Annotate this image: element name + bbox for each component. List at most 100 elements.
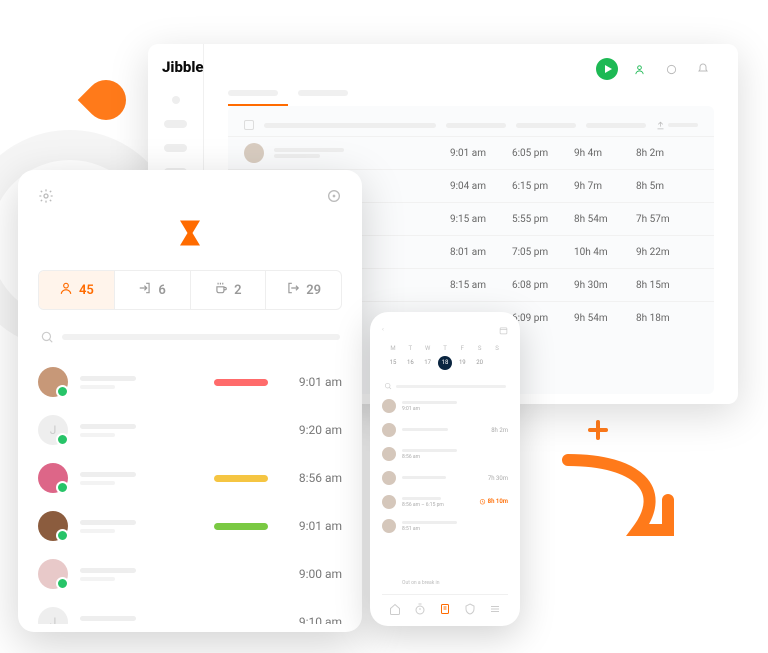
- tablet-person-row[interactable]: 9:01 am: [38, 502, 342, 550]
- status-tab-person[interactable]: 45: [39, 271, 115, 309]
- tablet-person-row[interactable]: 9:00 am: [38, 550, 342, 598]
- avatar: J: [38, 415, 68, 445]
- shield-icon[interactable]: [464, 603, 476, 618]
- cell-tracked: 9h 4m: [574, 148, 636, 159]
- home-icon[interactable]: [389, 603, 401, 618]
- timer-icon[interactable]: [414, 603, 426, 618]
- row-skeleton: [274, 146, 450, 160]
- clock-in-time: 9:00 am: [286, 567, 342, 581]
- phone-tab-bar: [382, 594, 508, 618]
- calendar-date[interactable]: 20: [473, 356, 487, 370]
- calendar-date[interactable]: [490, 356, 504, 370]
- tab-count: 45: [79, 283, 94, 298]
- avatar: [382, 399, 396, 413]
- search-icon: [384, 382, 392, 390]
- cell-payable: 8h 15m: [636, 280, 698, 291]
- phone-person-row[interactable]: 8:56 am – 6:15 pm 8h 10m: [382, 490, 508, 514]
- desktop-tab[interactable]: [298, 90, 348, 96]
- desktop-table-header: [228, 114, 714, 136]
- phone-person-row[interactable]: 7h 30m: [382, 466, 508, 490]
- tablet-person-row[interactable]: J 9:10 am: [38, 598, 342, 624]
- avatar: [244, 143, 264, 163]
- weekday-label: T: [438, 345, 452, 352]
- avatar: [382, 471, 396, 485]
- avatar: [38, 559, 68, 589]
- calendar-date[interactable]: 18: [438, 356, 452, 370]
- calendar-date[interactable]: 19: [455, 356, 469, 370]
- row-skeleton: [80, 472, 214, 485]
- gear-icon[interactable]: [38, 188, 54, 208]
- row-skeleton: [80, 520, 214, 533]
- status-tab-break[interactable]: 2: [191, 271, 267, 309]
- weekday-label: M: [386, 345, 400, 352]
- calendar-date[interactable]: 16: [403, 356, 417, 370]
- avatar: [38, 463, 68, 493]
- brand-name: Jibble: [162, 58, 204, 76]
- login-icon: [138, 281, 152, 299]
- avatar: [38, 367, 68, 397]
- user-circle-icon[interactable]: [628, 58, 650, 80]
- brand-logo: Jibble: [158, 58, 193, 76]
- calendar-date[interactable]: 15: [386, 356, 400, 370]
- row-body: 9:01 am: [402, 401, 502, 412]
- clock-in-time: 9:20 am: [286, 423, 342, 437]
- row-body: 8:56 am – 6:15 pm: [402, 497, 473, 508]
- cell-payable: 8h 18m: [636, 313, 698, 324]
- activity-bar: [214, 619, 268, 625]
- phone-person-row[interactable]: 8:56 am: [382, 442, 508, 466]
- checkbox-icon[interactable]: [244, 120, 254, 130]
- cell-in: 8:01 am: [450, 247, 512, 258]
- avatar: [382, 423, 396, 437]
- phone-person-row[interactable]: 8:51 am: [382, 514, 508, 538]
- phone-person-row[interactable]: 9:01 am: [382, 394, 508, 418]
- activity-bar: [214, 475, 268, 482]
- row-body: 8:56 am: [402, 449, 502, 460]
- bell-icon[interactable]: [692, 58, 714, 80]
- tablet-top-bar: [38, 188, 342, 208]
- bg-orange-swoosh: [558, 450, 678, 540]
- cell-out: 6:08 pm: [512, 280, 574, 291]
- row-skeleton: [80, 568, 214, 581]
- calendar-icon[interactable]: [499, 326, 508, 337]
- sidebar-nav-item[interactable]: [164, 120, 187, 128]
- timesheet-icon[interactable]: [439, 603, 451, 618]
- phone-person-row[interactable]: 8h 2m: [382, 418, 508, 442]
- activity-bar: [214, 379, 268, 386]
- avatar: [382, 519, 396, 533]
- cell-tracked: 10h 4m: [574, 247, 636, 258]
- export-button[interactable]: [656, 121, 698, 130]
- tablet-people-list: 9:01 am J 9:20 am 8:56 am 9:01 am 9:00 a…: [38, 358, 342, 624]
- bg-orange-plus: [588, 420, 608, 440]
- avatar: [38, 511, 68, 541]
- tab-count: 2: [234, 283, 241, 298]
- menu-icon[interactable]: [489, 603, 501, 618]
- tablet-person-row[interactable]: 9:01 am: [38, 358, 342, 406]
- status-tab-logout[interactable]: 29: [266, 271, 341, 309]
- phone-footer-note: Out on a break in: [382, 578, 508, 590]
- tablet-person-row[interactable]: 8:56 am: [38, 454, 342, 502]
- play-button[interactable]: [596, 58, 618, 80]
- calendar-date[interactable]: 17: [421, 356, 435, 370]
- cell-payable: 8h 2m: [636, 148, 698, 159]
- status-tab-login[interactable]: 6: [115, 271, 191, 309]
- chevron-left-icon[interactable]: ‹: [382, 326, 384, 337]
- target-icon[interactable]: [326, 188, 342, 208]
- row-body: [402, 476, 482, 481]
- sidebar-nav-item[interactable]: [164, 144, 187, 152]
- avatar: J: [38, 607, 68, 624]
- tablet-search[interactable]: [38, 326, 342, 348]
- avatar: [382, 495, 396, 509]
- clock-in-time: 9:10 am: [286, 615, 342, 624]
- cell-in: 8:15 am: [450, 280, 512, 291]
- row-skeleton: [80, 616, 214, 625]
- sidebar-nav-dot[interactable]: [172, 96, 180, 104]
- phone-search[interactable]: [382, 378, 508, 394]
- tablet-person-row[interactable]: J 9:20 am: [38, 406, 342, 454]
- cell-payable: 9h 22m: [636, 247, 698, 258]
- row-skeleton: [80, 424, 214, 437]
- logout-icon: [286, 281, 300, 299]
- desktop-tab[interactable]: [228, 90, 278, 96]
- settings-circle-icon[interactable]: [660, 58, 682, 80]
- cell-out: 5:55 pm: [512, 214, 574, 225]
- desktop-table-row[interactable]: 9:01 am 6:05 pm 9h 4m 8h 2m: [228, 136, 714, 169]
